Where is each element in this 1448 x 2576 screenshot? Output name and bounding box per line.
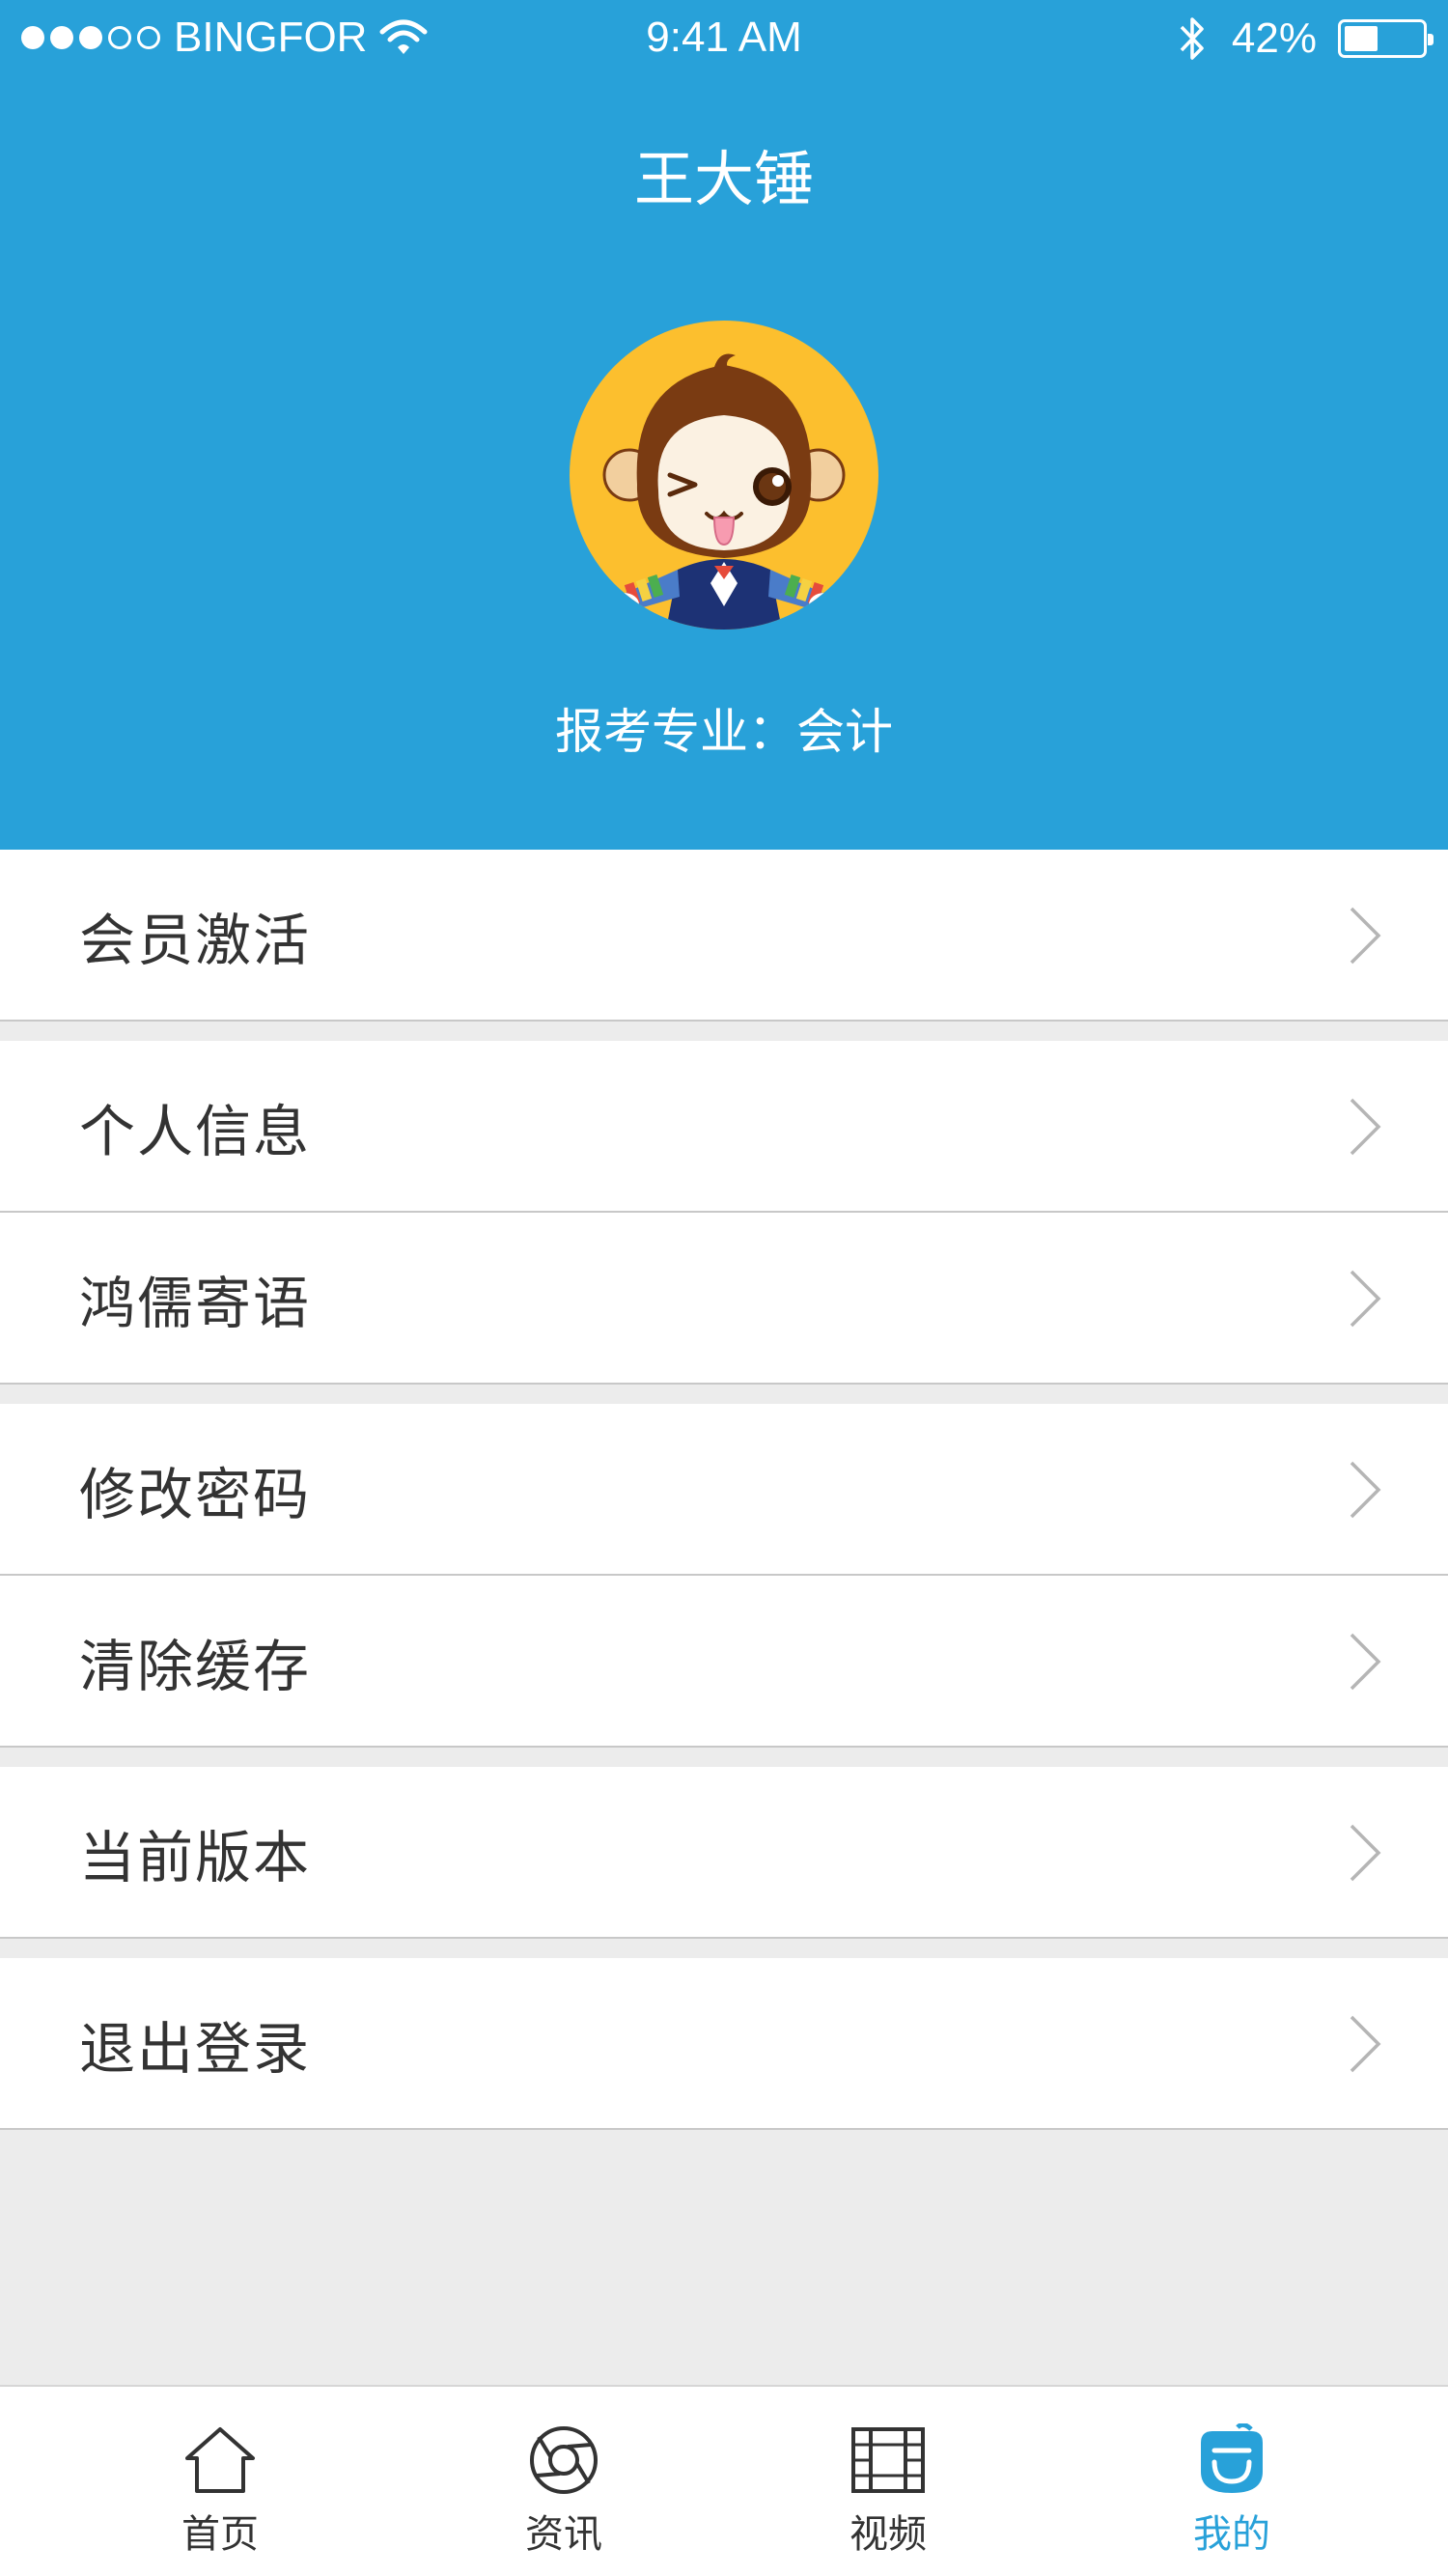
status-bar: BINGFOR 9:41 AM 42% — [0, 0, 1448, 79]
menu-item-personal-info[interactable]: 个人信息 — [0, 1041, 1448, 1213]
user-name: 王大锤 — [633, 144, 814, 214]
divider — [0, 1383, 1448, 1385]
divider — [0, 1020, 1448, 1022]
tab-profile[interactable]: 我的 — [1116, 2387, 1348, 2576]
bluetooth-icon — [1180, 17, 1204, 60]
profile-icon — [1201, 2423, 1263, 2493]
exam-major: 报考专业：会计 — [555, 704, 893, 760]
status-right: 42% — [1178, 14, 1434, 64]
menu-item-logout[interactable]: 退出登录 — [0, 1958, 1448, 2130]
chevron-right-icon — [1350, 1270, 1381, 1328]
battery-percent: 42% — [1231, 14, 1317, 62]
menu-item-label: 当前版本 — [79, 1825, 312, 1890]
menu-item-change-password[interactable]: 修改密码 — [0, 1404, 1448, 1576]
menu-item-current-version[interactable]: 当前版本 — [0, 1767, 1448, 1939]
monkey-avatar-icon — [602, 353, 846, 630]
tab-label: 视频 — [849, 2512, 927, 2557]
chevron-right-icon — [1350, 1633, 1381, 1691]
chevron-right-icon — [1350, 2015, 1381, 2073]
menu-item-label: 退出登录 — [79, 2016, 312, 2082]
divider — [0, 1937, 1448, 1939]
tab-home[interactable]: 首页 — [104, 2387, 336, 2576]
chevron-right-icon — [1350, 1824, 1381, 1882]
menu-item-label: 清除缓存 — [79, 1634, 312, 1699]
battery-icon — [1338, 19, 1434, 58]
chevron-right-icon — [1350, 907, 1381, 965]
menu-item-label: 修改密码 — [79, 1462, 312, 1527]
chevron-right-icon — [1350, 1461, 1381, 1519]
divider — [0, 1746, 1448, 1748]
tab-label: 首页 — [181, 2512, 259, 2557]
avatar[interactable] — [570, 321, 878, 630]
menu-item-member-activation[interactable]: 会员激活 — [0, 850, 1448, 1022]
tab-news[interactable]: 资讯 — [448, 2387, 680, 2576]
menu-item-label: 会员激活 — [79, 908, 312, 973]
news-icon — [530, 2426, 598, 2494]
tab-label: 资讯 — [525, 2512, 602, 2557]
menu-item-hongru-message[interactable]: 鸿儒寄语 — [0, 1213, 1448, 1385]
chevron-right-icon — [1350, 1098, 1381, 1156]
menu-item-label: 个人信息 — [79, 1099, 312, 1164]
video-icon — [851, 2427, 925, 2493]
profile-header: BINGFOR 9:41 AM 42% 王大锤 报考专业：会计 — [0, 0, 1448, 850]
menu-item-label: 鸿儒寄语 — [79, 1271, 312, 1336]
tab-bar: 首页 资讯 视频 我的 — [0, 2385, 1448, 2576]
tab-video[interactable]: 视频 — [772, 2387, 1004, 2576]
home-icon — [185, 2427, 255, 2493]
tab-label: 我的 — [1193, 2512, 1270, 2557]
menu-item-clear-cache[interactable]: 清除缓存 — [0, 1576, 1448, 1748]
divider — [0, 2128, 1448, 2130]
